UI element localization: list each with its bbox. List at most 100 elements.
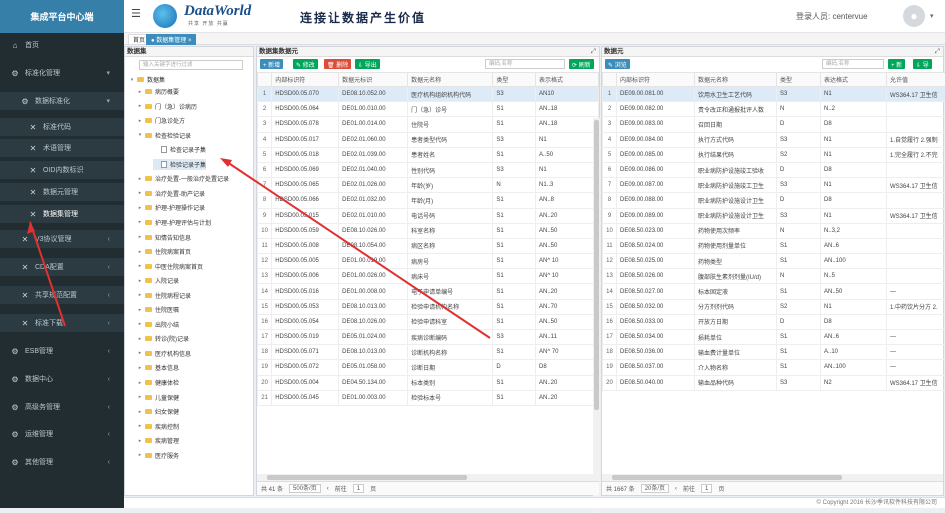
table-row[interactable]: 17DE08.50.034.00损耗单位S1AN..6—	[603, 330, 945, 345]
table-row[interactable]: 12DE08.50.025.00药物类型S1AN..100	[603, 254, 945, 269]
tree-node[interactable]: ▸门急诊处方	[137, 115, 185, 126]
tree-node[interactable]: ▸护理-护理评估与计划	[137, 217, 211, 228]
table-row[interactable]: 6HDSD00.05.069DE02.01.040.00性别代码S3N1	[258, 162, 599, 177]
table-row[interactable]: 5HDSD00.05.018DE02.01.039.00患者姓名S1A..50	[258, 147, 599, 162]
table-row[interactable]: 8DE09.00.088.00职业病防护设施设计卫生DD8	[603, 193, 945, 208]
tree-node[interactable]: ▸疾病控制	[137, 421, 179, 432]
tree-node[interactable]: ▸住院病案首页	[137, 246, 191, 257]
table-row[interactable]: 13HDSD00.05.006DE01.00.026.00病床号S1AN^ 10	[258, 269, 599, 284]
tree-node[interactable]: ▸入院记录	[137, 275, 179, 286]
export-button[interactable]: ⇩ 导	[913, 59, 932, 69]
table-row[interactable]: 12HDSD00.05.005DE01.00.019.00病房号S1AN^ 10	[258, 254, 599, 269]
sidebar-item[interactable]: ✕CDA配置‹	[0, 258, 124, 276]
table-row[interactable]: 13DE08.50.026.00腹部肤生素剂剂量(IU/d)NN..5	[603, 269, 945, 284]
table-row[interactable]: 11DE08.50.024.00药物使用剂量单位S1AN..6	[603, 238, 945, 253]
hamburger-menu-icon[interactable]: ☰	[131, 9, 142, 19]
column-header[interactable]: 数据元标识	[339, 73, 408, 87]
table-row[interactable]: 8HDSD00.05.066DE02.01.032.00年龄(月)S1AN..8	[258, 193, 599, 208]
export-button[interactable]: ⇩ 导出	[355, 59, 380, 69]
column-header[interactable]: 允许值	[887, 73, 945, 87]
refresh-button[interactable]: ⟳ 刷新	[569, 59, 594, 69]
page-size-select[interactable]: 500条/页	[289, 484, 321, 493]
edit-button[interactable]: ✎ 修改	[293, 59, 318, 69]
tree-node[interactable]: 检查记录子集	[153, 144, 206, 155]
tree-filter-input[interactable]: 输入关键字进行过滤	[139, 60, 243, 70]
delete-button[interactable]: 🗑 删除	[324, 59, 351, 69]
tree-node[interactable]: ▸护理-护理操作记录	[137, 202, 205, 213]
tree-node[interactable]: ▸知情告知信息	[137, 232, 191, 243]
chevron-down-icon[interactable]: ▾	[930, 12, 934, 20]
browse-button[interactable]: ✎ 浏览	[605, 59, 630, 69]
sidebar-item[interactable]: ✕V3协议管理‹	[0, 230, 124, 248]
vertical-scrollbar[interactable]	[593, 118, 600, 513]
column-header[interactable]: 表示格式	[536, 73, 599, 87]
table-row[interactable]: 18HDSD00.05.071DE08.10.013.00诊断机构名称S1AN^…	[258, 345, 599, 360]
tree-node[interactable]: ▸出院小结	[137, 319, 179, 330]
sidebar-item[interactable]: ⚙数据标准化▾	[0, 92, 124, 110]
table-row[interactable]: 4DE09.00.084.00执行方式代码S3N11.自觉履行 2.强制	[603, 132, 945, 147]
table-row[interactable]: 2DE09.00.082.00责令改正和通报批评人数NN..2	[603, 102, 945, 117]
tree-node[interactable]: ▸儿童保健	[137, 392, 179, 403]
column-header[interactable]: 数据元名称	[695, 73, 777, 87]
sidebar-item[interactable]: ⚙高级务管理‹	[0, 398, 124, 416]
prev-page-button[interactable]: ‹	[327, 486, 329, 492]
table-row[interactable]: 15DE08.50.032.00分方剂剂代码S2N11.中药饮片分方 2.	[603, 299, 945, 314]
table-row[interactable]: 14HDSD00.05.016DE01.00.008.00电子申请单编号S1AN…	[258, 284, 599, 299]
table-row[interactable]: 14DE08.50.027.00标本固定液S1AN..50—	[603, 284, 945, 299]
sidebar-item[interactable]: ✕标准代码	[0, 118, 124, 136]
sidebar-item[interactable]: ✕共享规范配置‹	[0, 286, 124, 304]
add-button[interactable]: + 新	[888, 59, 905, 69]
table-row[interactable]: 5DE09.00.085.00执行结果代码S2N11.完全履行 2.不完	[603, 147, 945, 162]
tree-node[interactable]: ▸妇女保健	[137, 406, 179, 417]
table-row[interactable]: 19HDSD00.05.072DE05.01.058.00诊断日期DD8	[258, 360, 599, 375]
sidebar-item[interactable]: ⌂首页	[0, 36, 124, 54]
search-input[interactable]: 编码,名称	[822, 59, 884, 69]
horizontal-scrollbar[interactable]	[602, 474, 943, 481]
prev-page-button[interactable]: ‹	[675, 486, 677, 492]
tree-node[interactable]: ▸疾病管理	[137, 435, 179, 446]
avatar[interactable]: ●	[903, 5, 925, 27]
page-size-select[interactable]: 20条/页	[641, 484, 669, 493]
column-header[interactable]: 数据元名称	[408, 73, 493, 87]
tree-node[interactable]: ▸转诊(院)记录	[137, 333, 189, 344]
tree-node[interactable]: ▸治疗处置-助产记录	[137, 188, 205, 199]
table-row[interactable]: 11HDSD00.05.008DE08.10.054.00病区名称S1AN..5…	[258, 238, 599, 253]
tree-node[interactable]: ▸治疗处置-一般治疗处置记录	[137, 173, 229, 184]
horizontal-scrollbar[interactable]	[257, 474, 599, 481]
sidebar-item[interactable]: ✕数据元管理	[0, 183, 124, 201]
table-row[interactable]: 10HDSD00.05.059DE08.10.026.00科室名称S1AN..5…	[258, 223, 599, 238]
search-input[interactable]: 编码,名称	[485, 59, 565, 69]
table-row[interactable]: 20HDSD00.05.004DE04.50.134.00标本类别S1AN..2…	[258, 375, 599, 390]
sidebar-item[interactable]: ⚙标准化管理▾	[0, 64, 124, 82]
column-header[interactable]: 类型	[493, 73, 536, 87]
tree-node[interactable]: ▸医疗机构信息	[137, 348, 191, 359]
column-header[interactable]: 内部标识符	[272, 73, 339, 87]
tree-node[interactable]: ▾检查检验记录	[137, 130, 191, 141]
sidebar-item[interactable]: ✕术语管理	[0, 139, 124, 157]
tree-node[interactable]: ▸医疗服务	[137, 450, 179, 461]
maximize-icon[interactable]: ⤢	[591, 47, 596, 57]
table-row[interactable]: 4HDSD00.05.017DE02.01.060.00患者类型代码S3N1	[258, 132, 599, 147]
table-row[interactable]: 2HDSD00.05.064DE01.00.010.00门（急）诊号S1AN..…	[258, 102, 599, 117]
table-row[interactable]: 3HDSD00.05.078DE01.00.014.00住院号S1AN..18	[258, 117, 599, 132]
tree-node[interactable]: ▸健康体检	[137, 377, 179, 388]
table-row[interactable]: 15HDSD00.05.053DE08.10.013.00检验申请机构名称S1A…	[258, 299, 599, 314]
tree-node[interactable]: ▸中医住院病案首页	[137, 261, 203, 272]
table-row[interactable]: 20DE08.50.040.00输血品种代码S3N2WS364.17 卫生信	[603, 375, 945, 390]
tree-root[interactable]: ▾数据集	[129, 74, 165, 85]
maximize-icon[interactable]: ⤢	[935, 47, 940, 57]
table-row[interactable]: 9DE09.00.089.00职业病防护设施设计卫生S3N1WS364.17 卫…	[603, 208, 945, 223]
table-row[interactable]: 6DE09.00.086.00职业病防护设施竣工验收DD8	[603, 162, 945, 177]
table-row[interactable]: 19DE08.50.037.00介入物名称S1AN..100—	[603, 360, 945, 375]
sidebar-item[interactable]: ✕OID内数标识	[0, 161, 124, 179]
table-row[interactable]: 3DE09.00.083.00召回日期DD8	[603, 117, 945, 132]
sidebar-item[interactable]: ✕数据集管理	[0, 205, 124, 223]
page-input[interactable]: 1	[701, 484, 712, 493]
tree-node[interactable]: ▸病历概要	[137, 86, 179, 97]
tree-node[interactable]: ▸住院医嘱	[137, 304, 179, 315]
table-row[interactable]: 1HDSD00.05.070DE08.10.052.00医疗机构组织机构代码S3…	[258, 87, 599, 102]
table-row[interactable]: 1DE09.00.081.00饮用水卫生工艺代码S3N1WS364.17 卫生信	[603, 87, 945, 102]
table-row[interactable]: 7HDSD00.05.065DE02.01.026.00年龄(岁)NN1..3	[258, 178, 599, 193]
column-header[interactable]	[603, 73, 617, 87]
tab-dataset-management[interactable]: ● 数据集管理 ×	[146, 34, 196, 45]
